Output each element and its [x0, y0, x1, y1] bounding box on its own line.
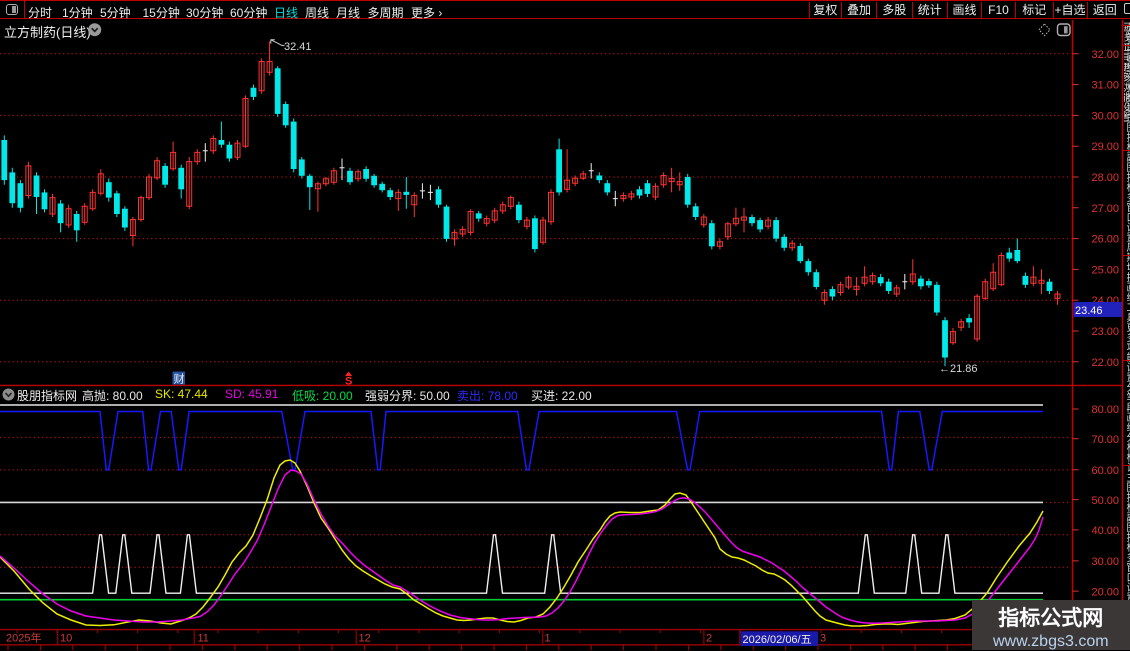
svg-text:31.00: 31.00: [1091, 80, 1119, 92]
svg-text:22.00: 22.00: [1091, 357, 1119, 369]
svg-text:27.00: 27.00: [1091, 203, 1119, 215]
svg-text:1: 1: [545, 633, 551, 645]
svg-text:28.00: 28.00: [1091, 172, 1119, 184]
svg-text:25.00: 25.00: [1091, 264, 1119, 276]
svg-text:2026/02/06/五: 2026/02/06/五: [743, 634, 812, 646]
svg-text:32.00: 32.00: [1091, 49, 1119, 61]
svg-text:32.41: 32.41: [284, 41, 312, 53]
svg-text:23.46: 23.46: [1075, 305, 1103, 317]
svg-text:←21.86: ←21.86: [939, 363, 978, 375]
svg-text:30.00: 30.00: [1091, 556, 1119, 568]
svg-text:2: 2: [706, 633, 712, 645]
svg-text:11: 11: [198, 633, 209, 645]
svg-text:20.00: 20.00: [1091, 586, 1119, 598]
svg-text:3: 3: [820, 633, 826, 645]
svg-text:80.00: 80.00: [1091, 404, 1119, 416]
svg-text:60.00: 60.00: [1091, 465, 1119, 477]
svg-text:26.00: 26.00: [1091, 234, 1119, 246]
svg-text:2025年: 2025年: [6, 631, 41, 645]
svg-text:23.00: 23.00: [1091, 326, 1119, 338]
svg-text:10: 10: [60, 633, 72, 645]
svg-text:30.00: 30.00: [1091, 110, 1119, 122]
svg-text:12: 12: [359, 633, 371, 645]
svg-text:70.00: 70.00: [1091, 434, 1119, 446]
svg-text:50.00: 50.00: [1091, 495, 1119, 507]
svg-text:29.00: 29.00: [1091, 141, 1119, 153]
svg-text:40.00: 40.00: [1091, 525, 1119, 537]
svg-text:财: 财: [174, 372, 185, 386]
